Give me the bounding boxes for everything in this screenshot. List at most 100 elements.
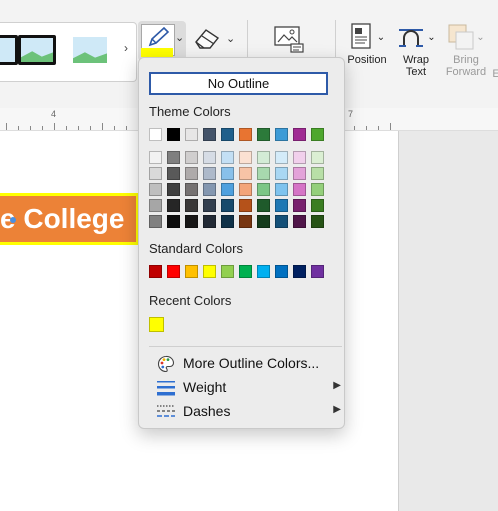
standard-color-swatch[interactable] — [239, 265, 252, 278]
theme-shade-swatch[interactable] — [203, 151, 216, 164]
theme-shade-swatch[interactable] — [149, 183, 162, 196]
theme-shade-swatch[interactable] — [275, 215, 288, 228]
theme-shade-swatch[interactable] — [167, 183, 180, 196]
wrap-label-line2: Text — [405, 66, 427, 78]
picture-style-thumb-3[interactable] — [71, 35, 109, 65]
chevron-down-icon[interactable]: ⌄ — [226, 32, 235, 45]
wrap-label-line1: Wrap — [402, 54, 430, 66]
theme-color-swatch[interactable] — [275, 128, 288, 141]
theme-shade-swatch[interactable] — [149, 199, 162, 212]
bring-forward-button[interactable]: ⌄ Bring Forward — [443, 20, 489, 78]
standard-color-swatch[interactable] — [257, 265, 270, 278]
position-icon: ⌄ — [343, 20, 391, 54]
alt-text-picture-icon[interactable] — [273, 25, 305, 55]
theme-shade-swatch[interactable] — [239, 183, 252, 196]
bring-label-line2: Forward — [445, 66, 487, 78]
ruler-tick — [6, 123, 7, 130]
ruler-tick — [366, 126, 367, 130]
dashes-item[interactable]: Dashes ▶ — [157, 401, 341, 423]
gallery-next-icon[interactable]: › — [124, 41, 128, 55]
theme-color-swatch[interactable] — [167, 128, 180, 141]
wrap-text-icon: ⌄ — [393, 20, 439, 54]
no-outline-button[interactable]: No Outline — [149, 72, 328, 95]
theme-shade-swatch[interactable] — [275, 167, 288, 180]
theme-shade-swatch[interactable] — [239, 199, 252, 212]
theme-shade-swatch[interactable] — [293, 151, 306, 164]
theme-shade-swatch[interactable] — [203, 215, 216, 228]
theme-shade-swatch[interactable] — [257, 151, 270, 164]
eraser-icon[interactable] — [192, 26, 222, 58]
weight-item[interactable]: Weight ▶ — [157, 377, 341, 399]
theme-color-swatch[interactable] — [239, 128, 252, 141]
wrap-text-button[interactable]: ⌄ Wrap Text — [393, 20, 439, 78]
standard-color-swatch[interactable] — [275, 265, 288, 278]
theme-shade-swatch[interactable] — [185, 199, 198, 212]
ruler-tick — [378, 126, 379, 130]
theme-shade-swatch[interactable] — [311, 183, 324, 196]
standard-color-swatch[interactable] — [311, 265, 324, 278]
more-outline-colors-item[interactable]: More Outline Colors... — [157, 353, 337, 375]
theme-shade-swatch[interactable] — [239, 215, 252, 228]
picture-style-thumb-1[interactable] — [0, 35, 18, 65]
theme-shade-swatch[interactable] — [185, 167, 198, 180]
theme-color-swatch[interactable] — [257, 128, 270, 141]
theme-shade-swatch[interactable] — [221, 183, 234, 196]
theme-shade-swatch[interactable] — [275, 151, 288, 164]
theme-shade-swatch[interactable] — [257, 199, 270, 212]
theme-shade-swatch[interactable] — [203, 183, 216, 196]
theme-color-swatch[interactable] — [149, 128, 162, 141]
theme-shade-swatch[interactable] — [311, 167, 324, 180]
picture-style-thumb-2[interactable] — [18, 35, 56, 65]
recent-color-swatch[interactable] — [149, 317, 164, 332]
theme-shade-swatch[interactable] — [167, 167, 180, 180]
theme-shade-swatch[interactable] — [221, 199, 234, 212]
standard-color-swatch[interactable] — [149, 265, 162, 278]
theme-color-swatch[interactable] — [293, 128, 306, 141]
theme-shade-swatch[interactable] — [203, 199, 216, 212]
theme-shade-swatch[interactable] — [185, 151, 198, 164]
standard-color-swatch[interactable] — [203, 265, 216, 278]
picture-border-button[interactable]: ⌄ — [138, 21, 186, 61]
theme-shade-swatch[interactable] — [149, 167, 162, 180]
theme-shade-swatch[interactable] — [311, 151, 324, 164]
theme-color-swatch[interactable] — [185, 128, 198, 141]
theme-shade-swatch[interactable] — [293, 199, 306, 212]
theme-shade-swatch[interactable] — [257, 215, 270, 228]
theme-color-swatch[interactable] — [221, 128, 234, 141]
theme-shade-swatch[interactable] — [221, 167, 234, 180]
theme-shade-swatch[interactable] — [149, 151, 162, 164]
standard-color-swatch[interactable] — [293, 265, 306, 278]
theme-shade-swatch[interactable] — [239, 151, 252, 164]
theme-shade-swatch[interactable] — [167, 151, 180, 164]
position-button[interactable]: ⌄ Position — [343, 20, 391, 66]
theme-shade-swatch[interactable] — [311, 199, 324, 212]
theme-shade-swatch[interactable] — [239, 167, 252, 180]
theme-shade-swatch[interactable] — [293, 183, 306, 196]
theme-shade-swatch[interactable] — [203, 167, 216, 180]
weight-label: Weight — [183, 379, 227, 395]
theme-shade-swatch[interactable] — [149, 215, 162, 228]
theme-shade-swatch[interactable] — [167, 215, 180, 228]
theme-color-swatch[interactable] — [311, 128, 324, 141]
theme-shade-swatch[interactable] — [257, 183, 270, 196]
text-shape[interactable]: e College — [0, 193, 139, 245]
standard-color-swatch[interactable] — [221, 265, 234, 278]
theme-shade-swatch[interactable] — [257, 167, 270, 180]
theme-shade-swatch[interactable] — [221, 215, 234, 228]
theme-shade-swatch[interactable] — [275, 183, 288, 196]
chevron-down-icon[interactable]: ⌄ — [175, 31, 184, 44]
theme-shade-swatch[interactable] — [167, 199, 180, 212]
standard-color-swatch[interactable] — [167, 265, 180, 278]
text-cursor-handle[interactable] — [10, 217, 16, 223]
theme-shade-swatch[interactable] — [293, 215, 306, 228]
ruler-number: 7 — [348, 109, 354, 119]
shape-text[interactable]: e College — [0, 203, 124, 234]
theme-color-swatch[interactable] — [203, 128, 216, 141]
theme-shade-swatch[interactable] — [185, 215, 198, 228]
standard-color-swatch[interactable] — [185, 265, 198, 278]
theme-shade-swatch[interactable] — [185, 183, 198, 196]
theme-shade-swatch[interactable] — [221, 151, 234, 164]
theme-shade-swatch[interactable] — [311, 215, 324, 228]
theme-shade-swatch[interactable] — [275, 199, 288, 212]
theme-shade-swatch[interactable] — [293, 167, 306, 180]
